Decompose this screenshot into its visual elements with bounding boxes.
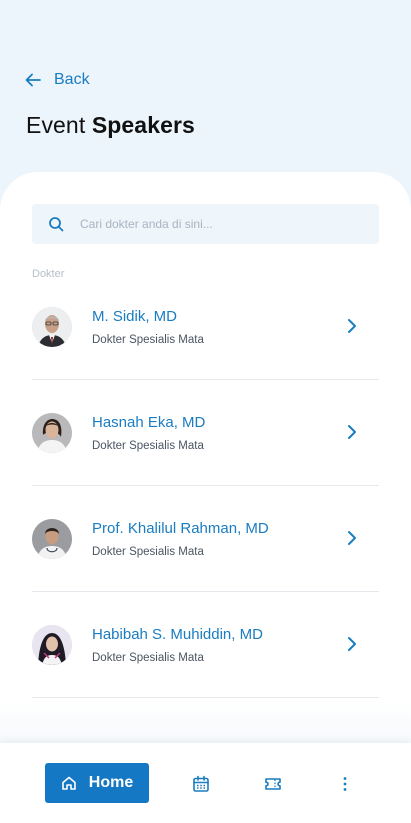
arrow-left-icon <box>25 73 41 87</box>
calendar-icon[interactable] <box>192 775 210 793</box>
header-background <box>0 0 411 200</box>
ticket-icon[interactable] <box>264 775 282 793</box>
doctor-name: Prof. Khalilul Rahman, MD <box>92 519 269 537</box>
doctor-name: Hasnah Eka, MD <box>92 413 206 431</box>
chevron-right-icon <box>348 531 356 545</box>
doctor-item[interactable]: M. Sidik, MD Dokter Spesialis Mata <box>32 274 379 380</box>
back-label: Back <box>54 71 90 88</box>
avatar <box>32 624 72 665</box>
title-regular: Event <box>26 112 86 138</box>
doctor-list: M. Sidik, MD Dokter Spesialis Mata Hasna… <box>32 274 379 698</box>
avatar <box>32 306 72 347</box>
doctor-specialty: Dokter Spesialis Mata <box>92 545 204 558</box>
chevron-right-icon <box>348 425 356 439</box>
avatar <box>32 518 72 559</box>
title-bold: Speakers <box>91 112 195 138</box>
page-title: Event Speakers <box>26 112 195 139</box>
search-input[interactable] <box>80 217 360 231</box>
search-icon <box>49 217 64 232</box>
back-button[interactable]: Back <box>24 68 90 92</box>
bottom-nav: Home <box>0 743 411 823</box>
home-button[interactable]: Home <box>45 763 149 803</box>
doctor-name: Habibah S. Muhiddin, MD <box>92 625 263 643</box>
chevron-right-icon <box>348 637 356 651</box>
search-bar[interactable] <box>32 204 379 244</box>
doctor-item[interactable]: Prof. Khalilul Rahman, MD Dokter Spesial… <box>32 486 379 592</box>
home-icon <box>61 776 76 790</box>
home-label: Home <box>88 774 134 791</box>
chevron-right-icon <box>348 319 356 333</box>
list-fade <box>0 700 411 744</box>
doctor-item[interactable]: Hasnah Eka, MD Dokter Spesialis Mata <box>32 380 379 486</box>
doctor-specialty: Dokter Spesialis Mata <box>92 651 204 664</box>
doctor-name: M. Sidik, MD <box>92 307 178 325</box>
more-vertical-icon[interactable] <box>336 775 354 793</box>
doctor-specialty: Dokter Spesialis Mata <box>92 439 204 452</box>
doctor-specialty: Dokter Spesialis Mata <box>92 333 204 346</box>
doctor-item[interactable]: Habibah S. Muhiddin, MD Dokter Spesialis… <box>32 592 379 698</box>
avatar <box>32 412 72 453</box>
